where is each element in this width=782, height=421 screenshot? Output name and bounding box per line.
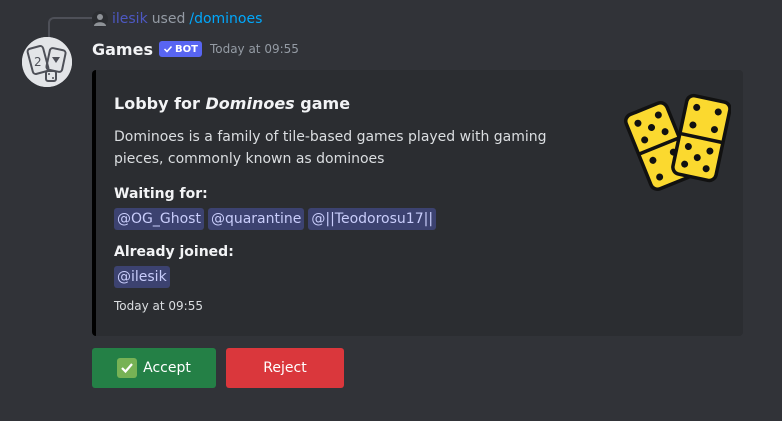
message-header: Games BOT Today at 09:55	[92, 38, 299, 60]
embed-title-suffix: game	[294, 94, 351, 113]
bot-tag-label: BOT	[174, 43, 198, 55]
mention-teodorosu17[interactable]: @||Teodorosu17||	[308, 208, 437, 230]
embed-title-game: Dominoes	[205, 94, 295, 113]
user-avatar-icon[interactable]	[92, 11, 108, 27]
field-already-joined-name: Already joined:	[114, 244, 234, 260]
field-waiting-for-name: Waiting for:	[114, 186, 208, 202]
game-lobby-embed: Lobby for Dominoes game Dominoes is a fa…	[92, 70, 743, 336]
embed-footer-timestamp: Today at 09:55	[114, 299, 203, 313]
bot-avatar[interactable]: 2	[22, 37, 72, 87]
reference-username[interactable]: ilesik	[112, 11, 148, 27]
command-reference[interactable]: ilesik used /dominoes	[92, 10, 262, 28]
mention-ilesik[interactable]: @ilesik	[114, 266, 170, 288]
embed-title-prefix: Lobby for	[114, 94, 206, 113]
accept-button[interactable]: Accept	[92, 348, 216, 388]
message-timestamp[interactable]: Today at 09:55	[210, 42, 299, 56]
mention-quarantine[interactable]: @quarantine	[207, 208, 305, 230]
embed-title: Lobby for Dominoes game	[114, 94, 350, 113]
svg-text:2: 2	[34, 55, 42, 69]
accept-label: Accept	[143, 360, 191, 376]
bot-username[interactable]: Games	[92, 40, 153, 59]
embed-description: Dominoes is a family of tile-based games…	[114, 129, 547, 167]
mention-og-ghost[interactable]: @OG_Ghost	[114, 208, 204, 230]
check-icon	[163, 45, 173, 53]
field-already-joined-value: @ilesik	[114, 266, 170, 288]
reply-spine	[48, 17, 92, 39]
dominoes-icon[interactable]	[621, 88, 731, 198]
reference-command[interactable]: /dominoes	[189, 11, 262, 27]
check-mark-button-icon	[117, 358, 138, 378]
reference-used-text: used	[151, 11, 186, 27]
bot-tag: BOT	[158, 41, 202, 57]
field-waiting-for-value: @OG_Ghost @quarantine @||Teodorosu17||	[114, 208, 437, 230]
reject-label: Reject	[263, 360, 307, 376]
reject-button[interactable]: Reject	[226, 348, 344, 388]
